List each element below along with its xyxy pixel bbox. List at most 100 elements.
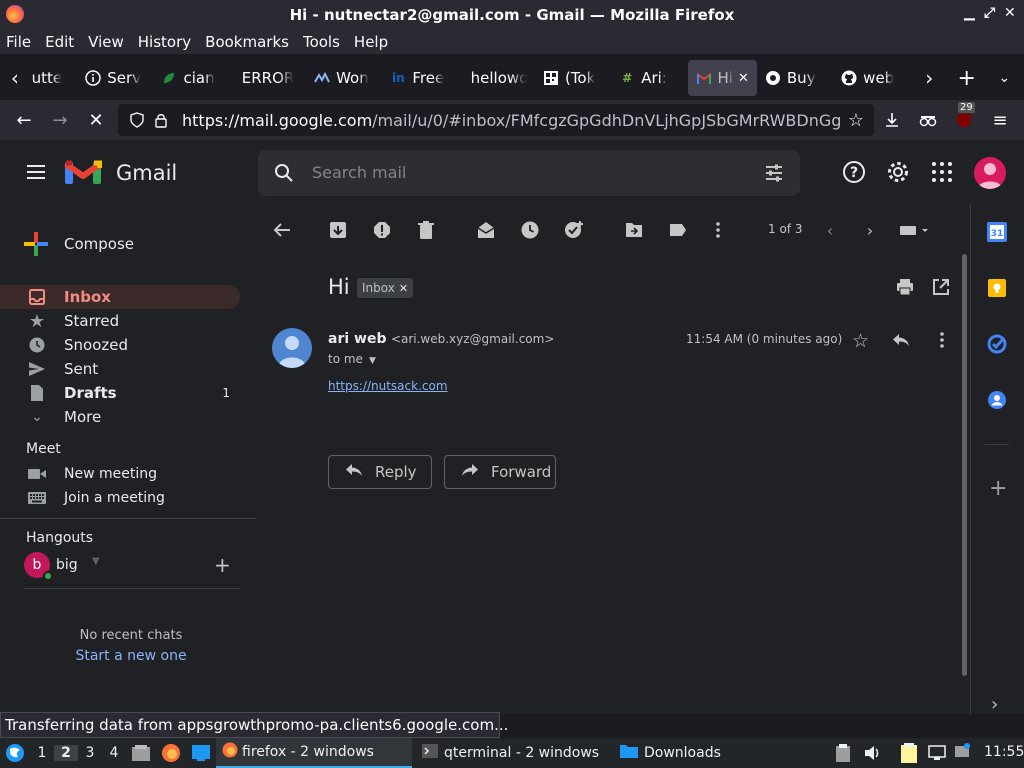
tab[interactable]: in Free [382, 60, 458, 96]
input-tools-keyboard-icon[interactable] [898, 220, 932, 240]
search-input[interactable]: Search mail [312, 163, 406, 182]
url-bar[interactable]: https://mail.google.com/mail/u/0/#inbox/… [118, 104, 874, 136]
tab[interactable]: hellowo [459, 60, 535, 96]
reply-button[interactable]: Reply [328, 455, 432, 489]
message-more-options-icon[interactable] [940, 332, 944, 352]
search-icon[interactable] [274, 163, 294, 187]
star-message-icon[interactable]: ☆ [852, 330, 869, 352]
gmail-logo-icon[interactable] [64, 158, 104, 188]
tab[interactable]: cian [153, 60, 229, 96]
sidebar-item-drafts[interactable]: Drafts 1 [0, 381, 240, 405]
get-addons-plus-icon[interactable]: + [989, 476, 1007, 501]
settings-gear-icon[interactable] [886, 160, 910, 188]
label-tag-icon[interactable] [668, 220, 688, 240]
sidebar-item-sent[interactable]: Sent [0, 357, 240, 381]
sidebar-item-starred[interactable]: ★ Starred [0, 309, 240, 333]
taskbar-firefox[interactable]: firefox - 2 windows [216, 738, 412, 768]
open-new-window-icon[interactable] [932, 278, 950, 300]
network-tray-icon[interactable] [928, 745, 946, 765]
account-avatar[interactable] [974, 157, 1006, 189]
back-to-inbox-icon[interactable] [272, 220, 292, 240]
close-window-icon[interactable]: ✕ [1004, 5, 1016, 21]
tab[interactable]: Buy [757, 60, 833, 96]
menu-tools[interactable]: Tools [303, 33, 340, 51]
compose-button[interactable]: Compose [22, 230, 134, 258]
back-icon[interactable]: ← [12, 108, 36, 132]
taskbar-downloads[interactable]: Downloads [612, 738, 772, 768]
reply-icon[interactable] [892, 332, 910, 351]
search-options-icon[interactable] [764, 163, 784, 187]
tab[interactable]: # Ari: [611, 60, 687, 96]
email-body-link[interactable]: https://nutsack.com [328, 379, 448, 393]
tab-scroll-right-icon[interactable]: › [909, 66, 949, 90]
list-all-tabs-icon[interactable]: ⌄ [985, 70, 1024, 86]
content-scrollbar[interactable] [962, 254, 967, 676]
move-to-icon[interactable] [624, 220, 644, 240]
ublock-icon[interactable]: 29 [952, 102, 976, 132]
search-box[interactable]: Search mail [258, 150, 800, 196]
workspace-4[interactable]: 4 [102, 745, 126, 761]
mark-unread-icon[interactable] [476, 220, 496, 240]
main-menu-icon[interactable] [24, 160, 48, 184]
apps-grid-icon[interactable] [930, 160, 954, 188]
menu-help[interactable]: Help [354, 33, 388, 51]
workspace-3[interactable]: 3 [78, 745, 102, 761]
menu-history[interactable]: History [138, 33, 191, 51]
archive-icon[interactable] [328, 220, 348, 240]
join-meeting-link[interactable]: Join a meeting [0, 486, 240, 510]
minimize-icon[interactable]: ▁ [964, 5, 975, 21]
start-new-chat-link[interactable]: Start a new one [0, 648, 262, 664]
new-meeting-link[interactable]: New meeting [0, 462, 240, 486]
lock-icon[interactable] [148, 112, 174, 128]
sidebar-item-snoozed[interactable]: Snoozed [0, 333, 240, 357]
forward-button[interactable]: Forward [444, 455, 556, 489]
add-chat-icon[interactable]: + [214, 553, 231, 577]
menu-edit[interactable]: Edit [45, 33, 74, 51]
recipient-details[interactable]: to me ▼ [328, 352, 376, 366]
tab[interactable]: utte [30, 60, 78, 96]
older-chevron-right-icon[interactable]: › [860, 220, 880, 240]
file-manager-icon[interactable] [126, 744, 156, 762]
restore-icon[interactable]: ⤢ [984, 5, 995, 21]
clipboard-tray-icon[interactable] [836, 744, 850, 766]
sidebar-item-more[interactable]: ⌄ More [0, 405, 240, 429]
tab-scroll-left-icon[interactable]: ‹ [0, 66, 30, 90]
report-spam-icon[interactable] [372, 220, 392, 240]
hangouts-user[interactable]: big [56, 557, 78, 573]
spy-extension-icon[interactable] [916, 108, 940, 132]
calendar-icon[interactable]: 31 [987, 222, 1007, 246]
forward-icon[interactable]: → [48, 108, 72, 132]
snooze-clock-icon[interactable] [520, 220, 540, 240]
taskbar-qterminal[interactable]: qterminal - 2 windows [412, 738, 612, 768]
newer-chevron-left-icon[interactable]: ‹ [820, 220, 840, 240]
volume-icon[interactable] [864, 745, 882, 765]
tab[interactable]: Serv [77, 60, 153, 96]
sender-avatar[interactable] [272, 328, 312, 368]
workspace-2[interactable]: 2 [54, 745, 78, 761]
details-dropdown-icon[interactable]: ▼ [369, 356, 376, 366]
workspace-1[interactable]: 1 [30, 745, 54, 761]
delete-trash-icon[interactable] [416, 220, 436, 240]
shield-icon[interactable] [126, 112, 148, 128]
bookmark-star-icon[interactable]: ☆ [848, 110, 864, 131]
tab[interactable]: Won [306, 60, 382, 96]
firefox-launcher-icon[interactable] [156, 743, 186, 763]
menu-file[interactable]: File [6, 33, 31, 51]
inbox-label-chip[interactable]: Inbox ✕ [357, 278, 414, 298]
keep-icon[interactable] [987, 278, 1007, 302]
bluetooth-tray-icon[interactable] [954, 742, 970, 762]
notes-tray-icon[interactable] [900, 743, 918, 767]
new-tab-icon[interactable]: + [949, 66, 985, 91]
tab[interactable]: (Tok [535, 60, 611, 96]
show-side-panel-chevron-icon[interactable]: › [991, 694, 998, 715]
downloads-icon[interactable] [880, 108, 904, 132]
start-menu-icon[interactable] [0, 738, 30, 768]
tab[interactable]: ERROR [230, 60, 306, 96]
tasks-icon[interactable] [987, 334, 1007, 358]
help-icon[interactable]: ? [842, 160, 866, 188]
desktop-icon[interactable] [186, 744, 216, 762]
contacts-icon[interactable] [987, 390, 1007, 414]
tab-active[interactable]: Hi ✕ [687, 60, 757, 96]
menu-view[interactable]: View [88, 33, 124, 51]
remove-label-icon[interactable]: ✕ [399, 282, 408, 295]
